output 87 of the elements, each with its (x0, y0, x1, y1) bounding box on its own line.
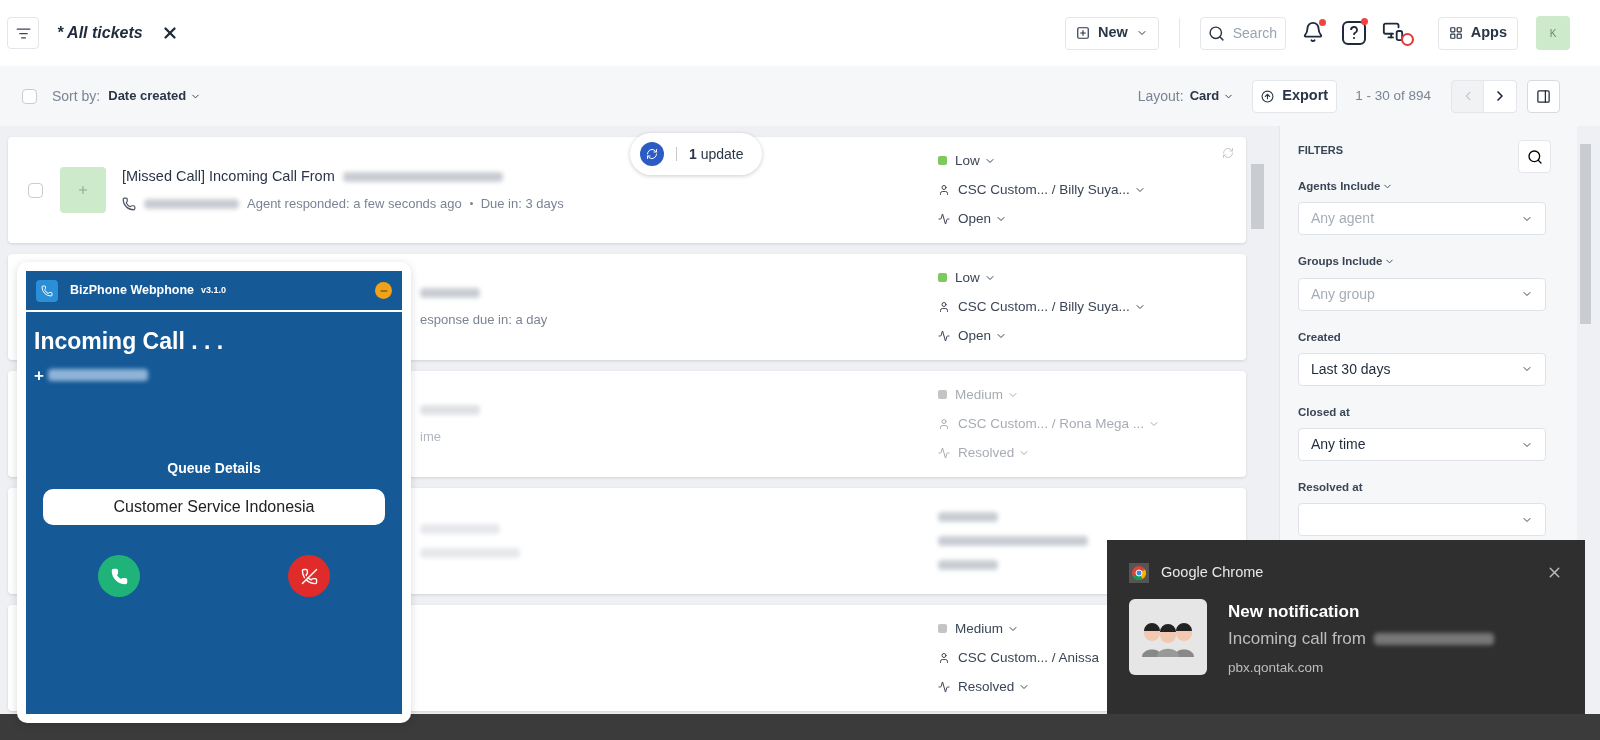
filter-select[interactable]: Any time (1298, 428, 1546, 461)
monitor-icon[interactable] (1381, 20, 1414, 46)
next-page-button[interactable] (1484, 79, 1517, 113)
status-icon (938, 447, 950, 460)
call-heading: Incoming Call . . . (34, 327, 225, 356)
webphone-title: BizPhone Webphone (70, 282, 195, 300)
status-icon (938, 213, 950, 226)
status-dropdown[interactable]: Resolved (958, 677, 1031, 698)
assignee-dropdown[interactable]: CSC Custom... / Anissa (958, 647, 1100, 669)
due-text: Due in: 3 days (480, 195, 564, 214)
hang-up-icon (300, 567, 318, 585)
notification-body: Incoming call from (1228, 628, 1366, 651)
sync-icon (640, 142, 664, 166)
redacted-text (938, 512, 998, 522)
caller-prefix: + (34, 364, 44, 387)
status-dropdown[interactable]: Open (958, 209, 1008, 230)
plus-icon (78, 185, 88, 195)
browser-logo-icon (1129, 562, 1149, 583)
source-text: pbx.qontak.com (1228, 658, 1325, 677)
search-field[interactable]: Search (1199, 16, 1286, 50)
queue-name: Customer Service Indonesia (43, 489, 385, 525)
search-icon (1526, 148, 1543, 165)
filter-label: Created (1298, 329, 1341, 345)
filter-label[interactable]: Agents Include (1298, 178, 1394, 196)
redacted-text (938, 560, 998, 570)
view-title: * All tickets (57, 23, 143, 43)
person-icon (938, 301, 950, 313)
sort-label: Sort by: (52, 86, 101, 106)
filter-label[interactable]: Groups Include (1298, 253, 1396, 271)
person-icon (938, 652, 950, 664)
question-mark-icon (1348, 26, 1359, 40)
search-icon (1207, 24, 1225, 42)
phone-icon (122, 196, 136, 211)
select-all-checkbox[interactable] (22, 88, 37, 104)
person-icon (938, 418, 950, 430)
filter-select[interactable]: Last 30 days (1298, 352, 1546, 386)
side-panel-icon (1536, 88, 1551, 104)
filters-title: FILTERS (1298, 143, 1343, 158)
pagination-text: 1 - 30 of 894 (1355, 86, 1431, 105)
export-button[interactable]: Export (1252, 79, 1338, 113)
bell-icon[interactable] (1301, 21, 1326, 45)
app-name: Google Chrome (1161, 563, 1264, 582)
filter-label: Closed at (1298, 404, 1350, 420)
phone-app-icon (36, 279, 58, 302)
notification-title: New notification (1228, 600, 1361, 623)
ticket-meta: esponse due in: a day (420, 311, 548, 330)
filter-toggle-button[interactable] (7, 17, 39, 49)
queue-label: Queue Details (167, 459, 261, 478)
version-text: v3.1.0 (201, 283, 227, 297)
ticket-meta: ime (420, 428, 442, 447)
people-icon (1129, 598, 1207, 675)
layout-label: Layout: (1137, 86, 1184, 106)
upload-icon (1261, 89, 1275, 103)
priority-dropdown[interactable]: Low (955, 150, 996, 171)
ticket-checkbox[interactable] (28, 182, 43, 198)
ticket-meta: Agent responded: a few seconds ago (247, 195, 462, 214)
status-icon (938, 681, 950, 694)
refresh-icon (1222, 147, 1234, 159)
layout-dropdown[interactable]: Card (1189, 86, 1235, 106)
decline-button[interactable] (288, 555, 330, 597)
filter-icon (15, 25, 31, 41)
panel-scrollbar[interactable] (1580, 144, 1591, 324)
list-scrollbar[interactable] (1251, 164, 1264, 229)
apps-button[interactable]: Apps (1437, 16, 1518, 50)
filter-label: Resolved at (1298, 480, 1363, 495)
priority-dropdown[interactable]: Medium (955, 618, 1019, 639)
redacted-text (420, 288, 480, 299)
panel-toggle-button[interactable] (1527, 79, 1560, 113)
update-pill[interactable]: 1 update (630, 133, 762, 175)
grid-icon (1448, 26, 1463, 40)
status-icon (938, 330, 950, 343)
plus-icon (1075, 26, 1090, 40)
minimize-button[interactable] (375, 282, 392, 299)
answer-button[interactable] (98, 555, 140, 597)
status-dropdown[interactable]: Open (958, 326, 1008, 347)
sort-dropdown[interactable]: Date created (108, 86, 202, 106)
assignee-dropdown[interactable]: CSC Custom... / Billy Suya... (958, 179, 1146, 201)
redacted-text (420, 405, 480, 416)
help-button[interactable] (1341, 21, 1366, 45)
assignee-dropdown[interactable]: CSC Custom... / Billy Suya... (958, 296, 1146, 318)
new-button[interactable]: New (1064, 16, 1159, 50)
update-count: 1 update (689, 144, 744, 164)
phone-icon (110, 567, 128, 585)
priority-dropdown[interactable]: Low (955, 267, 996, 288)
search-button[interactable] (1518, 140, 1551, 173)
ticket-title[interactable]: [Missed Call] Incoming Call From (122, 166, 335, 189)
person-icon (938, 184, 950, 196)
